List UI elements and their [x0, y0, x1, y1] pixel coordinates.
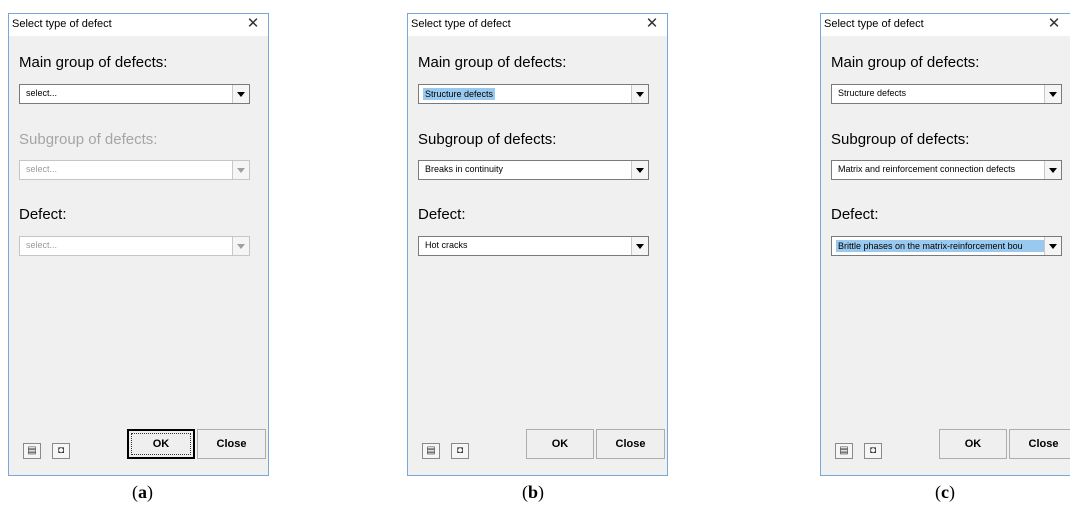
- close-button[interactable]: Close: [1009, 429, 1070, 459]
- defect-value: Brittle phases on the matrix-reinforceme…: [836, 240, 1045, 252]
- chevron-down-icon[interactable]: [1044, 237, 1061, 255]
- defect-select: select...: [19, 236, 250, 256]
- subgroup-select[interactable]: Breaks in continuity: [418, 160, 649, 180]
- subgroup-value: select...: [26, 164, 58, 174]
- chevron-down-icon[interactable]: [631, 161, 648, 179]
- close-label: Close: [615, 438, 646, 450]
- image-icon[interactable]: ◘: [451, 443, 469, 459]
- close-button[interactable]: Close: [197, 429, 266, 459]
- chevron-down-icon[interactable]: [631, 237, 648, 255]
- main-group-label: Main group of defects:: [831, 54, 980, 71]
- main-group-value: select...: [26, 88, 58, 98]
- dialog-b: Select type of defect ✕ Main group of de…: [407, 13, 668, 476]
- close-label: Close: [216, 438, 247, 450]
- dialog-title: Select type of defect: [411, 18, 511, 30]
- defect-label: Defect:: [831, 206, 879, 223]
- subgroup-label: Subgroup of defects:: [418, 131, 557, 148]
- ok-button[interactable]: OK: [939, 429, 1007, 459]
- focus-ring: [131, 433, 191, 455]
- close-label: Close: [1028, 438, 1059, 450]
- caption-letter: a: [138, 482, 147, 502]
- close-button[interactable]: Close: [596, 429, 665, 459]
- list-icon[interactable]: ▤: [422, 443, 440, 459]
- ok-button[interactable]: OK: [127, 429, 195, 459]
- dialog-title: Select type of defect: [824, 18, 924, 30]
- subgroup-select[interactable]: Matrix and reinforcement connection defe…: [831, 160, 1062, 180]
- subgroup-value: Matrix and reinforcement connection defe…: [838, 164, 1016, 174]
- list-icon[interactable]: ▤: [23, 443, 41, 459]
- subgroup-value: Breaks in continuity: [425, 164, 504, 174]
- chevron-down-icon: [232, 237, 249, 255]
- defect-label: Defect:: [418, 206, 466, 223]
- main-group-select[interactable]: Structure defects: [831, 84, 1062, 104]
- main-group-value: Structure defects: [838, 88, 907, 98]
- defect-label: Defect:: [19, 206, 67, 223]
- defect-select[interactable]: Brittle phases on the matrix-reinforceme…: [831, 236, 1062, 256]
- list-icon[interactable]: ▤: [835, 443, 853, 459]
- chevron-down-icon[interactable]: [1044, 85, 1061, 103]
- caption-letter: c: [941, 482, 949, 502]
- chevron-down-icon[interactable]: [1044, 161, 1061, 179]
- defect-value: select...: [26, 240, 58, 250]
- caption-b: (b): [522, 482, 545, 502]
- dialog-c: Select type of defect ✕ Main group of de…: [820, 13, 1070, 476]
- chevron-down-icon[interactable]: [631, 85, 648, 103]
- image-icon[interactable]: ◘: [864, 443, 882, 459]
- subgroup-label: Subgroup of defects:: [831, 131, 970, 148]
- main-group-select[interactable]: Structure defects: [418, 84, 649, 104]
- main-group-value: Structure defects: [423, 88, 496, 100]
- ok-label: OK: [551, 438, 569, 450]
- main-group-label: Main group of defects:: [418, 54, 567, 71]
- close-icon[interactable]: ✕: [244, 15, 262, 33]
- chevron-down-icon: [232, 161, 249, 179]
- image-icon[interactable]: ◘: [52, 443, 70, 459]
- dialog-a: Select type of defect ✕ Main group of de…: [8, 13, 269, 476]
- main-group-select[interactable]: select...: [19, 84, 250, 104]
- subgroup-label: Subgroup of defects:: [19, 131, 158, 148]
- ok-button[interactable]: OK: [526, 429, 594, 459]
- defect-select[interactable]: Hot cracks: [418, 236, 649, 256]
- chevron-down-icon[interactable]: [232, 85, 249, 103]
- ok-label: OK: [964, 438, 982, 450]
- titlebar: Select type of defect ✕: [408, 14, 667, 36]
- main-group-label: Main group of defects:: [19, 54, 168, 71]
- close-icon[interactable]: ✕: [643, 15, 661, 33]
- dialog-title: Select type of defect: [12, 18, 112, 30]
- caption-c: (c): [935, 482, 955, 502]
- subgroup-select: select...: [19, 160, 250, 180]
- defect-value: Hot cracks: [425, 240, 468, 250]
- close-icon[interactable]: ✕: [1045, 15, 1063, 33]
- titlebar: Select type of defect ✕: [9, 14, 268, 36]
- caption-letter: b: [528, 482, 539, 502]
- titlebar: Select type of defect ✕: [821, 14, 1070, 36]
- caption-a: (a): [132, 482, 153, 502]
